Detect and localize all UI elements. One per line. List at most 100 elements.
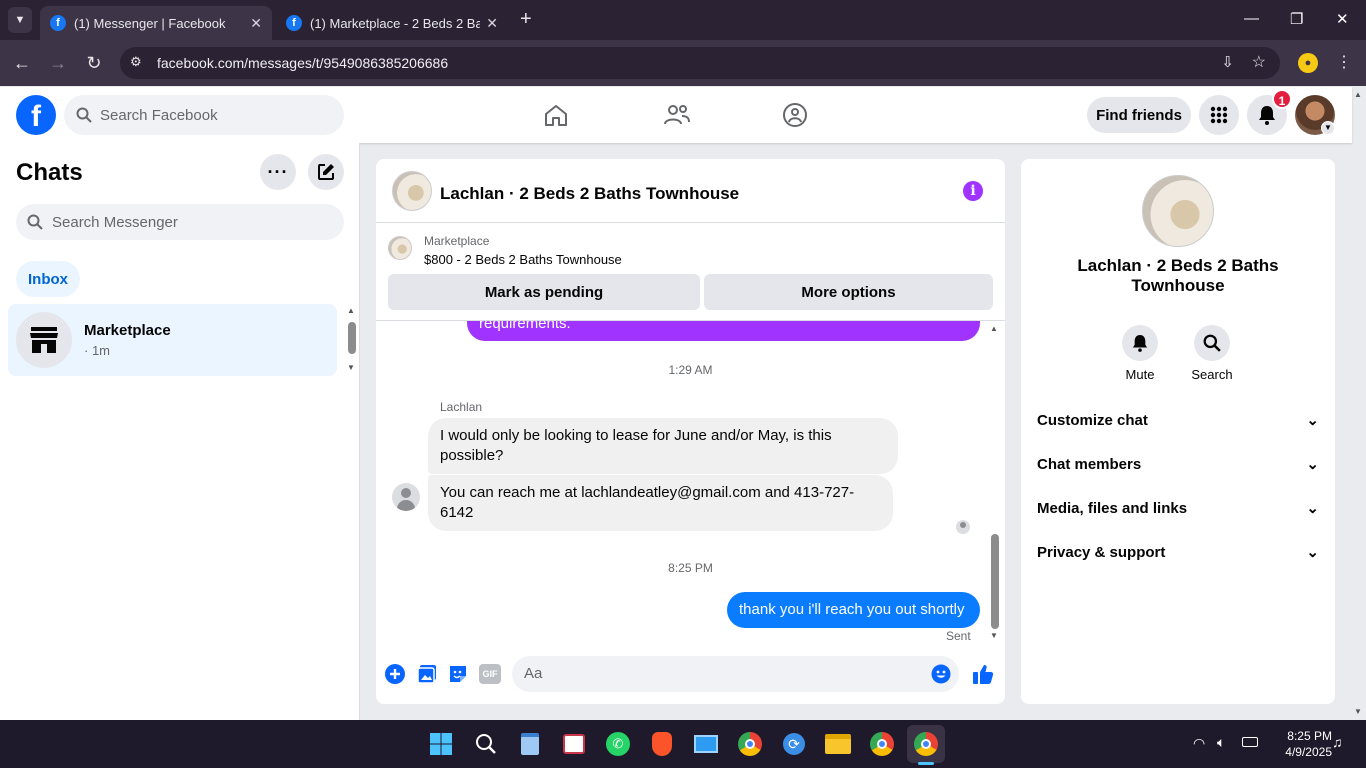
forward-icon[interactable]: → (47, 53, 69, 74)
search-icon (76, 107, 92, 123)
mute-button[interactable]: Mute (1100, 325, 1180, 382)
media-files-links-section[interactable]: Media, files and links ⌄ (1037, 496, 1319, 520)
tab-messenger[interactable]: f (1) Messenger | Facebook ✕ (40, 6, 272, 40)
messenger-search-input[interactable]: Search Messenger (16, 204, 344, 240)
browser-menu-icon[interactable]: ⋮ (1336, 52, 1352, 72)
groups-icon[interactable] (782, 102, 808, 128)
search-placeholder: Search Messenger (52, 214, 178, 231)
volume-icon[interactable]: 🔈︎ (1217, 734, 1225, 751)
details-title: Lachlan · 2 Beds 2 Baths Townhouse (1077, 256, 1279, 295)
listing-small-thumbnail[interactable] (388, 236, 412, 260)
windows-start-icon[interactable] (426, 729, 456, 759)
chrome-icon[interactable] (735, 729, 765, 759)
notepad-icon[interactable] (515, 729, 545, 759)
system-clock[interactable]: 8:25 PM 4/9/2025 (1268, 728, 1332, 760)
listing-thumbnail[interactable] (392, 171, 432, 211)
reload-icon[interactable]: ↻ (83, 53, 105, 74)
sync-app-icon[interactable]: ⟳ (779, 729, 809, 759)
extension-icon[interactable]: ● (1298, 53, 1318, 73)
bell-icon (1259, 106, 1275, 125)
scroll-up-arrow[interactable]: ▲ (347, 306, 355, 315)
conversation-panel: Lachlan · 2 Beds 2 Baths Townhouse i Mar… (376, 159, 1005, 704)
install-app-icon[interactable]: ⇩ (1221, 53, 1234, 71)
gif-icon[interactable]: GIF (479, 664, 501, 684)
close-tab-icon[interactable]: ✕ (486, 15, 498, 32)
account-chevron-icon[interactable]: ▼ (1321, 121, 1335, 135)
search-label: Search (1191, 367, 1233, 382)
tab-list-dropdown[interactable]: ▼ (8, 7, 32, 33)
menu-button[interactable] (1199, 95, 1239, 135)
conversation-item[interactable]: Marketplace · 1m (8, 304, 337, 376)
file-explorer-icon[interactable] (823, 729, 853, 759)
privacy-support-section[interactable]: Privacy & support ⌄ (1037, 540, 1319, 564)
home-icon[interactable] (543, 103, 569, 127)
wifi-icon[interactable]: ◠ (1193, 735, 1205, 752)
outgoing-message-partial[interactable]: requirements. (467, 321, 980, 341)
find-friends-button[interactable]: Find friends (1087, 97, 1191, 133)
site-info-icon[interactable]: ⚙ (130, 54, 142, 70)
maximize-icon[interactable]: ❐ (1290, 10, 1303, 28)
close-window-icon[interactable]: ✕ (1336, 10, 1349, 28)
incoming-message[interactable]: You can reach me at lachlandeatley@gmail… (428, 475, 893, 531)
brave-browser-icon[interactable] (647, 729, 677, 759)
battery-icon[interactable] (1242, 737, 1258, 747)
chat-options-button[interactable]: ··· (260, 154, 296, 190)
search-conversation-button[interactable]: Search (1172, 325, 1252, 382)
emoji-icon[interactable] (931, 664, 951, 684)
outgoing-message[interactable]: thank you i'll reach you out shortly (727, 592, 980, 628)
compose-icon (318, 164, 334, 180)
tab-marketplace[interactable]: f (1) Marketplace - 2 Beds 2 Bath ✕ (276, 6, 508, 40)
friends-icon[interactable] (663, 103, 691, 127)
chat-members-section[interactable]: Chat members ⌄ (1037, 452, 1319, 476)
thumbs-up-icon[interactable] (972, 663, 994, 685)
facebook-logo[interactable]: f (16, 95, 56, 135)
marketplace-label: Marketplace (424, 234, 490, 248)
scroll-down-arrow[interactable]: ▼ (990, 631, 998, 640)
listing-title[interactable]: $800 - 2 Beds 2 Baths Townhouse (424, 252, 622, 267)
search-icon[interactable] (471, 729, 501, 759)
page-scroll-down-arrow[interactable]: ▼ (1354, 707, 1362, 716)
chat-scrollbar-thumb[interactable] (991, 534, 999, 629)
sidebar-scrollbar-thumb[interactable] (348, 322, 356, 354)
whatsapp-icon[interactable]: ✆ (603, 729, 633, 759)
search-icon (1203, 334, 1221, 352)
info-icon[interactable]: i (963, 181, 983, 201)
section-label: Media, files and links (1037, 499, 1188, 517)
new-tab-icon[interactable]: + (520, 8, 532, 31)
sender-avatar[interactable] (392, 483, 420, 511)
facebook-search-input[interactable]: Search Facebook (64, 95, 344, 135)
chrome-active-icon[interactable] (907, 725, 945, 763)
new-message-button[interactable] (308, 154, 344, 190)
url-text: facebook.com/messages/t/9549086385206686 (157, 55, 449, 71)
bookmark-star-icon[interactable]: ☆ (1252, 52, 1266, 72)
scroll-up-arrow[interactable]: ▲ (990, 324, 998, 333)
notification-bell-icon[interactable]: ♫ (1332, 734, 1343, 750)
close-tab-icon[interactable]: ✕ (250, 15, 262, 32)
page-scroll-up-arrow[interactable]: ▲ (1354, 90, 1362, 99)
photo-icon[interactable] (416, 663, 438, 685)
snipping-tool-icon[interactable] (559, 729, 589, 759)
conversation-title[interactable]: Lachlan · 2 Beds 2 Baths Townhouse (440, 184, 739, 204)
remote-desktop-icon[interactable] (691, 729, 721, 759)
mark-as-pending-button[interactable]: Mark as pending (388, 274, 700, 310)
add-plus-icon[interactable] (384, 663, 406, 685)
customize-chat-section[interactable]: Customize chat ⌄ (1037, 408, 1319, 432)
mute-label: Mute (1125, 367, 1155, 382)
chats-title: Chats (16, 159, 83, 186)
listing-photo[interactable] (1142, 175, 1214, 247)
timestamp: 8:25 PM (668, 561, 713, 575)
more-options-button[interactable]: More options (704, 274, 993, 310)
tab-title: (1) Messenger | Facebook (74, 15, 226, 31)
facebook-favicon-icon: f (286, 15, 302, 31)
sticker-icon[interactable] (447, 663, 469, 685)
incoming-message[interactable]: I would only be looking to lease for Jun… (428, 418, 898, 474)
message-text: I would only be looking to lease for Jun… (440, 427, 832, 464)
chrome-icon[interactable] (867, 729, 897, 759)
scroll-down-arrow[interactable]: ▼ (347, 363, 355, 372)
inbox-tab[interactable]: Inbox (16, 261, 80, 297)
facebook-header: f Search Facebook Find friends 1 ▼ (0, 87, 1352, 143)
back-icon[interactable]: ← (11, 53, 33, 74)
url-bar[interactable]: ⚙ facebook.com/messages/t/95490863852066… (120, 47, 1280, 79)
minimize-icon[interactable]: — (1244, 10, 1259, 27)
message-input[interactable]: Aa (512, 656, 959, 692)
